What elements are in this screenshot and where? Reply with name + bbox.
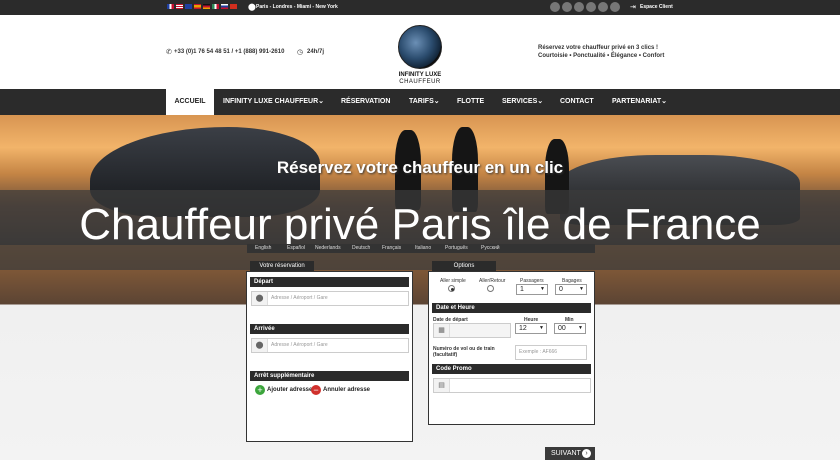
google-plus-icon[interactable] — [574, 2, 584, 12]
chevron-down-icon: ⌄ — [537, 98, 544, 105]
chevron-down-icon: ▼ — [539, 325, 544, 331]
lang-espanol[interactable]: Español — [287, 245, 305, 251]
flag-cn-icon[interactable] — [230, 4, 237, 9]
calendar-icon: ▦ — [434, 324, 450, 337]
flight-optional-label: (facultatif) — [433, 352, 458, 358]
promo-headline: Réservez votre chauffeur privé en 3 clic… — [538, 45, 659, 51]
arrivee-input[interactable]: ⬤ Adresse / Aéroport / Gare — [251, 338, 409, 353]
logo-subname[interactable]: CHAUFFEUR — [390, 79, 450, 85]
main-nav: ACCUEIL INFINITY LUXE CHAUFFEUR⌄ RÉSERVA… — [0, 89, 840, 115]
minus-circle-icon: − — [311, 385, 321, 395]
extra-stop-header: Arrêt supplémentaire — [250, 371, 409, 381]
nav-item-accueil[interactable]: ACCUEIL — [166, 89, 214, 115]
date-heure-header: Date et Heure — [432, 303, 591, 313]
chevron-down-icon: ▼ — [578, 325, 583, 331]
nav-item-infinity-luxe[interactable]: INFINITY LUXE CHAUFFEUR⌄ — [223, 89, 324, 115]
options-panel: Aller simple Aller/Retour Passagers 1 ▼ B… — [428, 271, 595, 425]
instagram-icon[interactable] — [610, 2, 620, 12]
aller-simple-label: Aller simple — [440, 278, 466, 284]
aller-simple-radio[interactable] — [448, 285, 455, 292]
site-header: ✆ +33 (0)1 76 54 48 51 / +1 (888) 991-26… — [0, 15, 840, 89]
flag-de-icon[interactable] — [203, 4, 210, 9]
nav-item-partenariat[interactable]: PARTENARIAT⌄ — [612, 89, 667, 115]
flag-ru-icon[interactable] — [221, 4, 228, 9]
lang-english[interactable]: English — [255, 245, 271, 251]
flag-es-icon[interactable] — [194, 4, 201, 9]
lang-nederlands[interactable]: Nederlands — [315, 245, 341, 251]
lang-francais[interactable]: Français — [382, 245, 401, 251]
hero-subtitle: Réservez votre chauffeur en un clic — [276, 158, 564, 177]
nav-item-services[interactable]: SERVICES⌄ — [502, 89, 543, 115]
plus-circle-icon: + — [255, 385, 265, 395]
location-pin-icon: ⬤ — [248, 4, 256, 11]
facebook-icon[interactable] — [550, 2, 560, 12]
flight-input[interactable]: Exemple : AF666 — [515, 345, 587, 360]
promo-values: Courtoisie • Ponctualité • Élégance • Co… — [538, 53, 665, 59]
login-icon: ⇥ — [630, 4, 636, 11]
chevron-down-icon: ▼ — [579, 286, 584, 292]
lang-portugues[interactable]: Português — [445, 245, 468, 251]
flag-it-icon[interactable] — [212, 4, 219, 9]
phone-icon: ✆ — [166, 49, 172, 56]
chevron-down-icon: ⌄ — [661, 98, 668, 105]
date-input[interactable]: ▦ — [433, 323, 511, 338]
phone-numbers[interactable]: +33 (0)1 76 54 48 51 / +1 (888) 991-2610 — [174, 49, 284, 55]
flag-uk-icon[interactable] — [185, 4, 192, 9]
heure-select[interactable]: 12 ▼ — [515, 323, 547, 334]
promo-code-header: Code Promo — [432, 364, 591, 374]
logo-name[interactable]: INFINITY LUXE — [390, 72, 450, 78]
barcode-icon: ▤ — [434, 379, 450, 392]
client-space-link[interactable]: Espace Client — [640, 4, 673, 10]
nav-item-flotte[interactable]: FLOTTE — [457, 89, 484, 115]
min-select[interactable]: 00 ▼ — [554, 323, 586, 334]
options-tab[interactable]: Options — [432, 261, 496, 271]
aller-retour-label: Aller/Retour — [479, 278, 506, 284]
nav-item-reservation[interactable]: RÉSERVATION — [341, 89, 390, 115]
booking-tab[interactable]: Votre réservation — [250, 261, 314, 271]
nav-item-contact[interactable]: CONTACT — [560, 89, 594, 115]
lang-russian[interactable]: Русский — [481, 245, 500, 251]
chevron-down-icon: ⌄ — [318, 98, 325, 105]
twitter-icon[interactable] — [562, 2, 572, 12]
location-pin-icon: ⬤ — [252, 339, 268, 352]
arrivee-placeholder: Adresse / Aéroport / Gare — [271, 342, 328, 348]
linkedin-icon[interactable] — [586, 2, 596, 12]
arrow-right-icon: › — [582, 449, 591, 458]
page-title: Chauffeur privé Paris île de France — [79, 200, 761, 249]
aller-retour-radio[interactable] — [487, 285, 494, 292]
depart-header: Départ — [250, 277, 409, 287]
booking-panel: Départ ⬤ Adresse / Aéroport / Gare Arriv… — [246, 271, 413, 442]
nav-item-tarifs[interactable]: TARIFS⌄ — [409, 89, 440, 115]
hero-section: Réservez votre chauffeur en un clic — [0, 115, 840, 460]
flight-placeholder: Exemple : AF666 — [519, 349, 558, 355]
chevron-down-icon: ▼ — [540, 286, 545, 292]
hours-text: 24h/7j — [307, 49, 325, 55]
top-bar: ⬤ Paris - Londres - Miami - New York ⇥ E… — [0, 0, 840, 15]
flag-fr-icon[interactable] — [167, 4, 174, 9]
passagers-select[interactable]: 1 ▼ — [516, 284, 548, 295]
next-button[interactable]: SUIVANT › — [545, 447, 595, 460]
clock-icon: ◷ — [297, 49, 304, 56]
location-pin-icon: ⬤ — [252, 292, 268, 305]
cities-text: Paris - Londres - Miami - New York — [256, 4, 338, 10]
language-bar: English Español Nederlands Deutsch Franç… — [247, 244, 595, 253]
arrivee-header: Arrivée — [250, 324, 409, 334]
promo-code-input[interactable]: ▤ — [433, 378, 591, 393]
lang-italiano[interactable]: Italiano — [415, 245, 431, 251]
depart-input[interactable]: ⬤ Adresse / Aéroport / Gare — [251, 291, 409, 306]
logo-globe-icon[interactable] — [398, 25, 442, 69]
depart-placeholder: Adresse / Aéroport / Gare — [271, 295, 328, 301]
youtube-icon[interactable] — [598, 2, 608, 12]
lang-deutsch[interactable]: Deutsch — [352, 245, 370, 251]
chevron-down-icon: ⌄ — [433, 98, 440, 105]
bagages-select[interactable]: 0 ▼ — [555, 284, 587, 295]
flag-us-icon[interactable] — [176, 4, 183, 9]
